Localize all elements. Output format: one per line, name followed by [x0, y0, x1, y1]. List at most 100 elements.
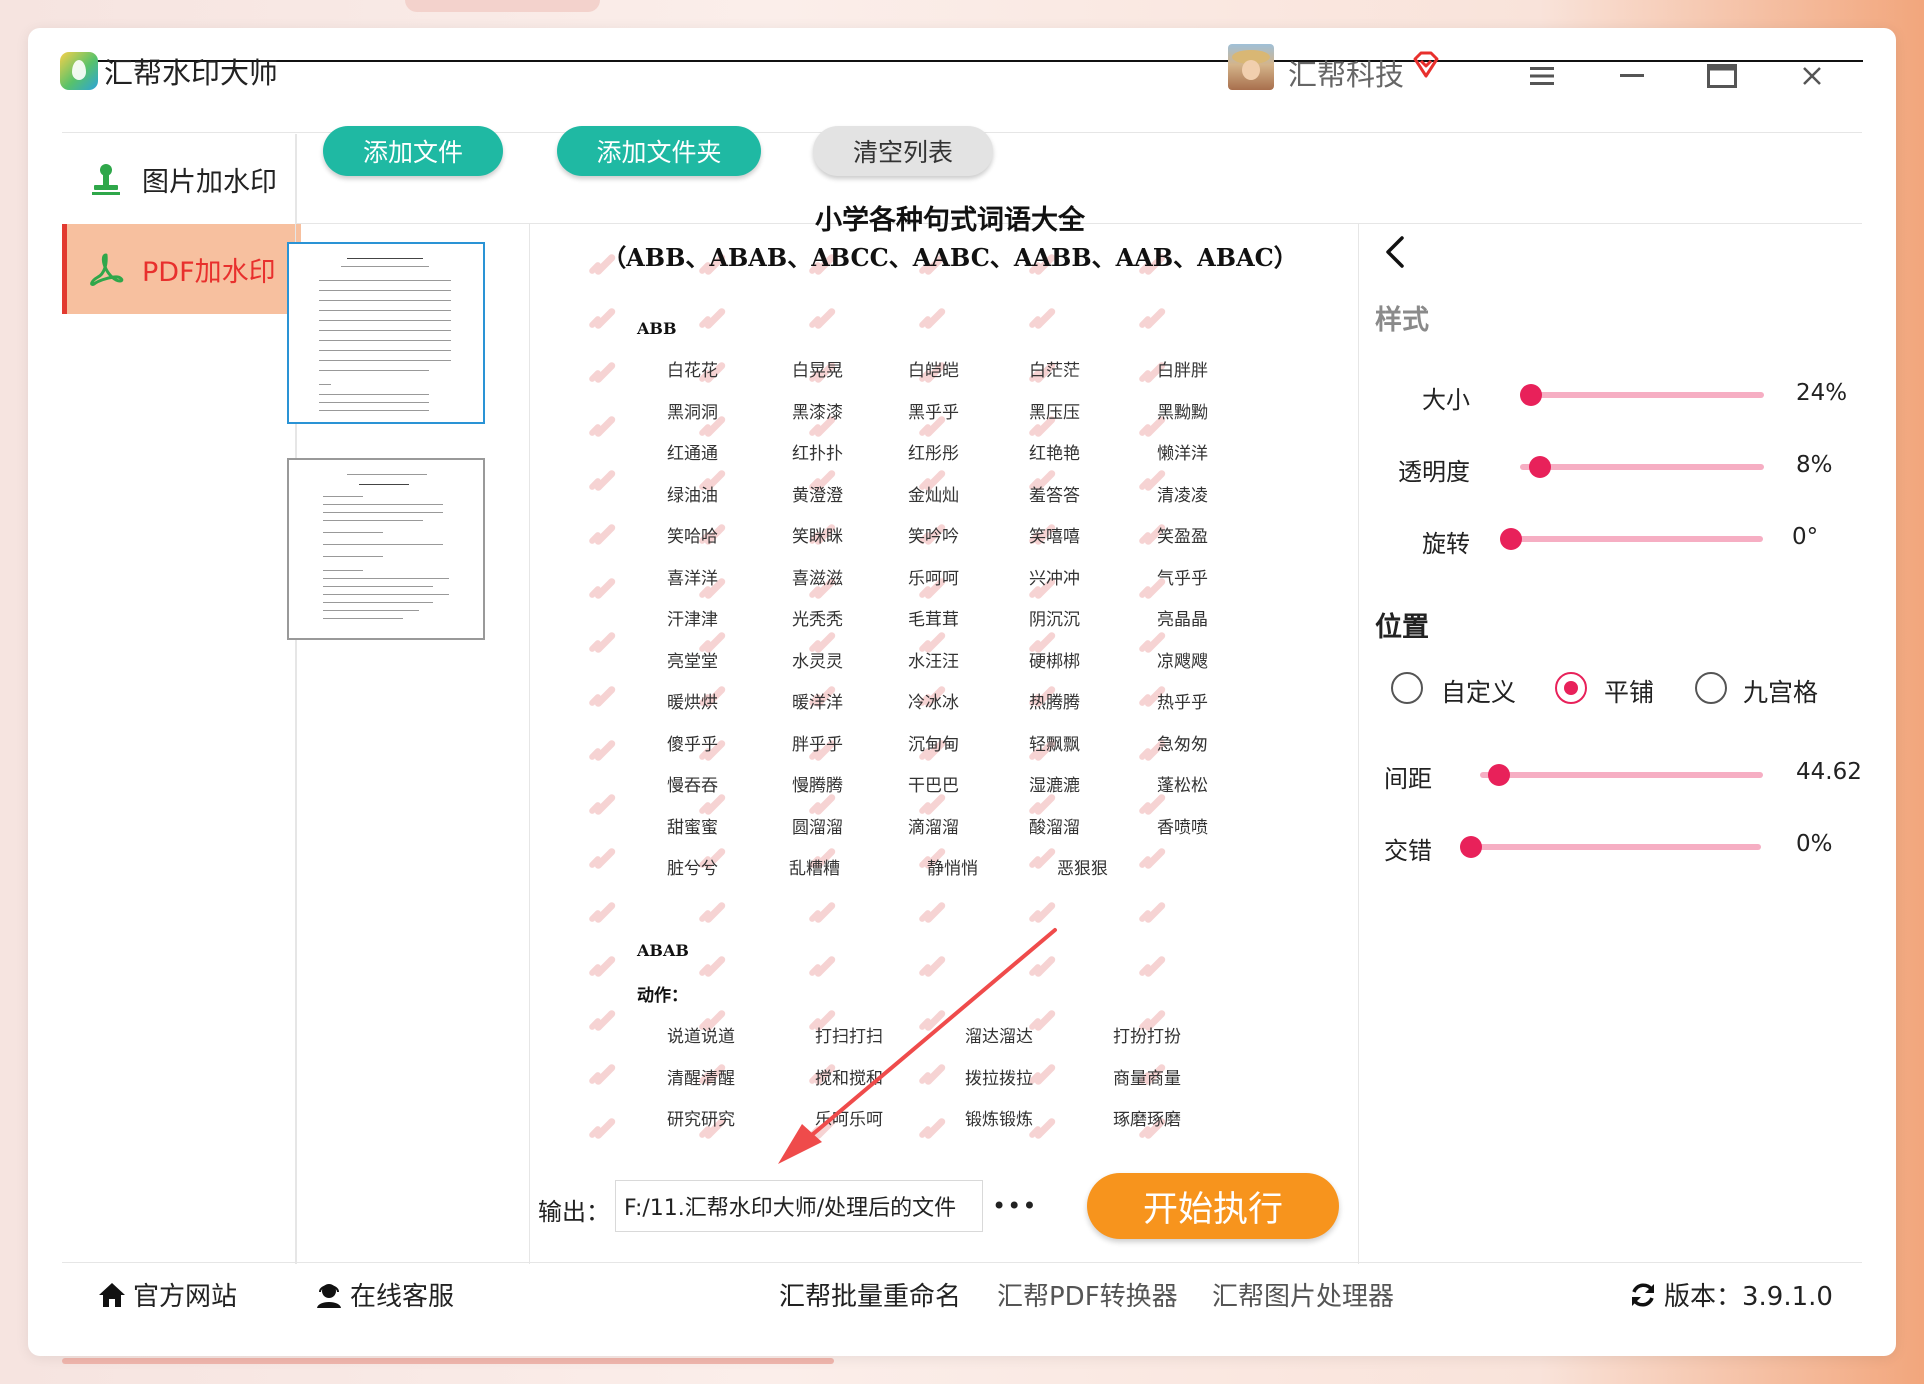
word-item: 研究研究 — [667, 1110, 735, 1130]
sidebar: 图片加水印 PDF加水印 — [62, 134, 301, 1264]
sidebar-item-label: PDF加水印 — [142, 256, 276, 288]
sidebar-item-pdf-watermark[interactable]: PDF加水印 — [62, 224, 301, 314]
rotation-slider-knob[interactable] — [1500, 528, 1522, 550]
word-item: 笑盈盈 — [1157, 527, 1208, 547]
watermark-mark — [590, 683, 616, 709]
radio-nine-grid-label[interactable]: 九宫格 — [1743, 673, 1818, 709]
word-item: 香喷喷 — [1157, 817, 1208, 838]
word-item: 羞答答 — [1029, 485, 1080, 506]
close-icon[interactable] — [1792, 56, 1832, 96]
watermark-mark — [590, 413, 616, 439]
word-item: 酸溜溜 — [1029, 817, 1080, 838]
word-item: 轻飘飘 — [1029, 734, 1080, 755]
title-rule — [61, 60, 1863, 62]
word-item: 湿漉漉 — [1029, 776, 1080, 796]
radio-tile-label[interactable]: 平铺 — [1604, 673, 1654, 709]
spacing-slider-track[interactable] — [1480, 772, 1763, 778]
word-item: 水汪汪 — [908, 651, 959, 672]
page-thumbnail-1[interactable] — [287, 242, 485, 424]
word-item: 喜滋滋 — [792, 568, 843, 589]
refresh-icon — [1628, 1280, 1658, 1310]
word-item: 红艳艳 — [1029, 444, 1080, 464]
word-item: 傻乎乎 — [667, 734, 718, 755]
user-avatar[interactable] — [1228, 44, 1274, 90]
online-support-link[interactable]: 在线客服 — [314, 1276, 454, 1313]
word-item: 拨拉拨拉 — [965, 1068, 1033, 1089]
clear-list-button[interactable]: 清空列表 — [813, 126, 993, 176]
footer-link-pdf-converter[interactable]: 汇帮PDF转换器 — [997, 1276, 1178, 1313]
word-item: 乱糟糟 — [789, 859, 840, 879]
pdf-icon — [88, 251, 124, 287]
watermark-mark — [590, 791, 616, 817]
watermark-mark — [920, 1115, 946, 1141]
watermark-mark — [590, 359, 616, 385]
watermark-mark — [1030, 1007, 1056, 1033]
radio-nine-grid[interactable] — [1695, 672, 1727, 704]
size-label: 大小 — [1422, 386, 1470, 414]
word-item: 阴沉沉 — [1029, 610, 1080, 630]
opacity-label: 透明度 — [1398, 458, 1470, 486]
word-item: 锻炼锻炼 — [965, 1110, 1033, 1130]
word-item: 白皑皑 — [908, 361, 959, 381]
word-item: 黑洞洞 — [667, 402, 718, 423]
word-item: 白茫茫 — [1029, 361, 1080, 381]
version-label: 版本：3.9.1.0 — [1664, 1282, 1833, 1312]
output-path-input[interactable] — [615, 1180, 983, 1232]
word-item: 滴溜溜 — [908, 817, 959, 838]
footer-divider — [62, 1262, 1862, 1263]
maximize-icon[interactable] — [1702, 56, 1742, 96]
size-slider-track[interactable] — [1520, 392, 1764, 398]
stagger-slider-knob[interactable] — [1460, 836, 1482, 858]
word-item: 圆溜溜 — [792, 817, 843, 838]
watermark-mark — [700, 899, 726, 925]
background-tab — [405, 0, 600, 12]
watermark-mark — [920, 1007, 946, 1033]
start-button[interactable]: 开始执行 — [1087, 1173, 1339, 1239]
watermark-mark — [590, 575, 616, 601]
home-icon — [97, 1280, 127, 1310]
watermark-mark — [810, 953, 836, 979]
opacity-slider-track[interactable] — [1520, 464, 1764, 470]
watermark-mark — [590, 305, 616, 331]
add-folder-button[interactable]: 添加文件夹 — [557, 126, 761, 176]
size-slider-knob[interactable] — [1520, 384, 1542, 406]
watermark-mark — [1030, 845, 1056, 871]
position-heading: 位置 — [1375, 612, 1429, 643]
watermark-mark — [590, 737, 616, 763]
vip-diamond-icon[interactable] — [1411, 50, 1441, 80]
word-item: 亮堂堂 — [667, 651, 718, 672]
radio-tile[interactable] — [1555, 672, 1587, 704]
official-website-link[interactable]: 官方网站 — [97, 1276, 237, 1313]
opacity-slider-knob[interactable] — [1528, 456, 1551, 478]
word-item: 静悄悄 — [927, 859, 978, 879]
version-info[interactable]: 版本：3.9.1.0 — [1628, 1276, 1833, 1313]
sidebar-item-image-watermark[interactable]: 图片加水印 — [62, 134, 296, 224]
watermark-mark — [590, 467, 616, 493]
watermark-mark — [590, 1007, 616, 1033]
official-website-label: 官方网站 — [133, 1282, 238, 1312]
watermark-mark — [590, 1115, 616, 1141]
watermark-mark — [590, 953, 616, 979]
add-file-button[interactable]: 添加文件 — [323, 126, 503, 176]
menu-icon[interactable] — [1522, 56, 1562, 96]
browse-more-button[interactable]: ••• — [992, 1192, 1036, 1220]
page-thumbnail-2[interactable] — [287, 458, 485, 640]
word-item: 商量商量 — [1113, 1068, 1181, 1089]
watermark-mark — [1030, 899, 1056, 925]
minimize-icon[interactable] — [1612, 56, 1652, 96]
footer-link-rename[interactable]: 汇帮批量重命名 — [779, 1276, 961, 1313]
user-name[interactable]: 汇帮科技 — [1288, 52, 1404, 94]
opacity-value: 8% — [1796, 452, 1833, 478]
rotation-slider-track[interactable] — [1505, 536, 1763, 542]
word-item: 黑压压 — [1029, 402, 1080, 423]
word-item: 黑漆漆 — [792, 402, 843, 423]
radio-custom[interactable] — [1391, 672, 1423, 704]
radio-custom-label[interactable]: 自定义 — [1441, 673, 1516, 709]
word-item: 黄澄澄 — [792, 485, 843, 506]
back-chevron-icon[interactable] — [1380, 232, 1410, 272]
section-label-abab: ABAB — [637, 941, 689, 960]
word-item: 清醒清醒 — [667, 1068, 735, 1089]
stagger-slider-track[interactable] — [1468, 844, 1761, 850]
footer-link-image-processor[interactable]: 汇帮图片处理器 — [1212, 1276, 1394, 1313]
style-heading: 样式 — [1375, 305, 1429, 336]
